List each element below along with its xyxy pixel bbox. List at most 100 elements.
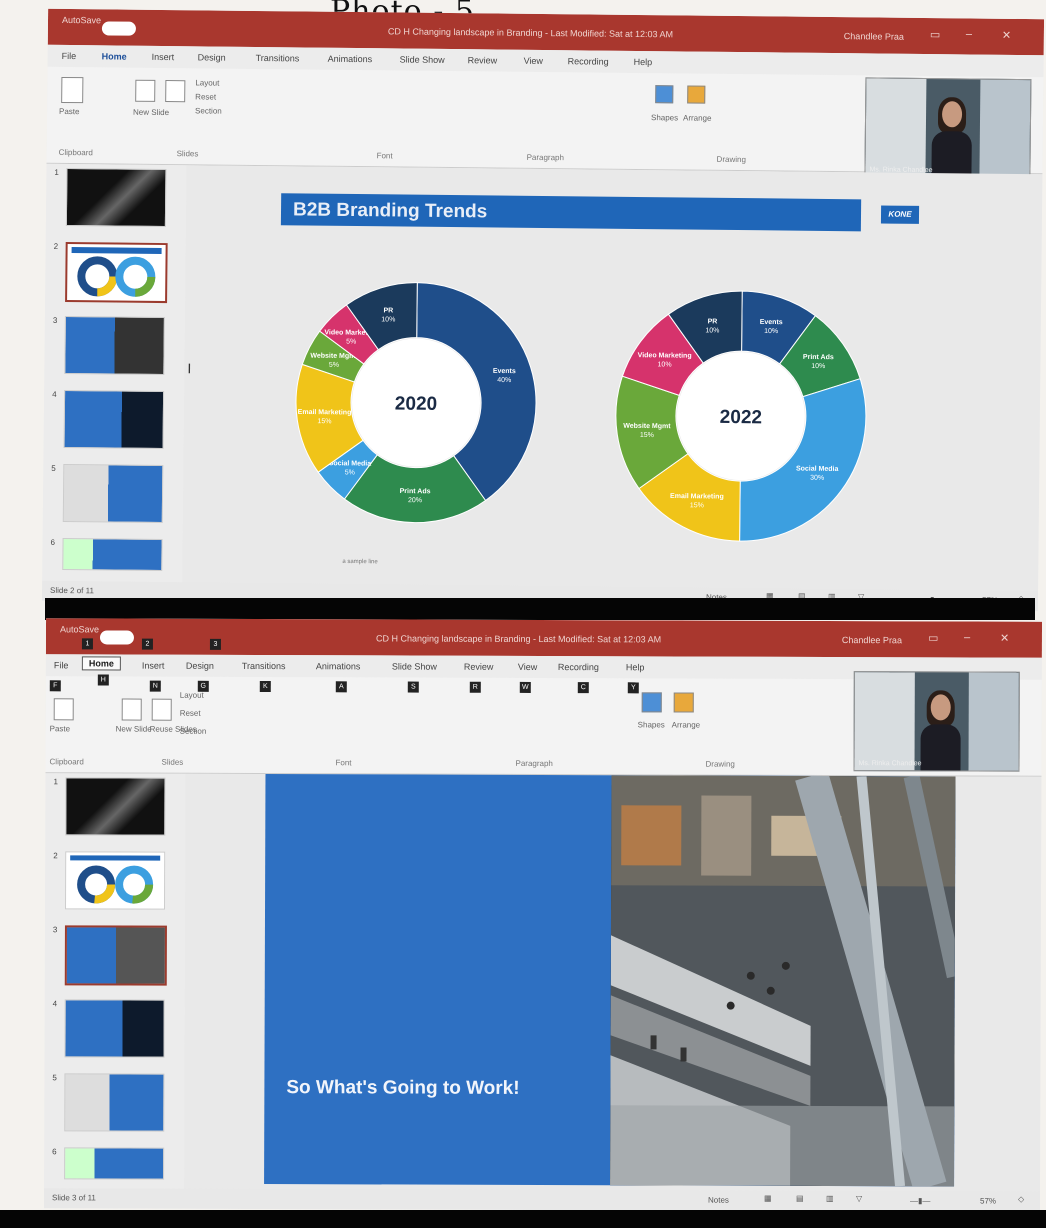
- shapes-label: Shapes: [650, 113, 679, 123]
- webcam-wall: [854, 672, 915, 771]
- thumbnail-slide-4[interactable]: [64, 999, 165, 1058]
- autosave-label: AutoSave: [59, 624, 100, 635]
- tab-home[interactable]: Home: [81, 656, 121, 671]
- thumbnail-slide-3[interactable]: [64, 315, 165, 376]
- group-font: Font: [335, 758, 352, 768]
- section-button[interactable]: Section: [180, 727, 207, 736]
- minimize-icon[interactable]: –: [966, 28, 980, 42]
- group-slides: Slides: [161, 757, 184, 767]
- slice-value: 5%: [346, 339, 356, 346]
- notes-button[interactable]: Notes: [708, 1196, 729, 1205]
- fit-slide-icon[interactable]: ◇: [1018, 1195, 1024, 1204]
- slice-label: Email Marketing: [670, 493, 724, 501]
- thumbnail-slide-2[interactable]: [65, 241, 168, 304]
- slice-label: Events: [760, 319, 783, 326]
- paste-icon[interactable]: [61, 76, 84, 104]
- tab-transitions[interactable]: Transitions: [242, 661, 286, 671]
- thumb-number: 5: [52, 1073, 57, 1083]
- tab-slide-show[interactable]: Slide Show: [392, 661, 437, 671]
- tab-review[interactable]: Review: [468, 55, 498, 65]
- thumbnail-slide-5[interactable]: [64, 1073, 165, 1132]
- shapes-icon[interactable]: [655, 85, 674, 104]
- arrange-icon[interactable]: [687, 85, 706, 104]
- tab-view[interactable]: View: [518, 662, 537, 672]
- thumb-number: 2: [53, 851, 58, 861]
- layout-button[interactable]: Layout: [180, 691, 204, 700]
- close-icon[interactable]: ✕: [1000, 632, 1014, 646]
- group-drawing: Drawing: [705, 759, 735, 769]
- tab-help[interactable]: Help: [626, 662, 645, 672]
- webcam-shelf: [968, 672, 1019, 771]
- slice-value: 15%: [640, 432, 654, 439]
- autosave-toggle[interactable]: [99, 630, 134, 645]
- arrange-icon[interactable]: [673, 692, 694, 713]
- paste-icon[interactable]: [53, 698, 74, 721]
- keytip: C: [577, 682, 589, 694]
- paste-label: Paste: [59, 106, 80, 117]
- webcam-overlay: Ms. Rinka Chandlee: [864, 77, 1032, 180]
- ribbon-display-icon[interactable]: ▭: [928, 631, 942, 645]
- thumbnail-slide-5[interactable]: [62, 463, 164, 524]
- tab-recording[interactable]: Recording: [558, 662, 599, 672]
- slide-canvas: B2B Branding Trends KONE I Events 40% Prin…: [182, 165, 1043, 595]
- tab-view[interactable]: View: [524, 56, 543, 66]
- autosave-toggle[interactable]: [101, 21, 136, 36]
- slice-value: 15%: [690, 502, 704, 509]
- tab-transitions[interactable]: Transitions: [256, 53, 300, 63]
- tab-file[interactable]: File: [62, 51, 77, 61]
- slice-value: 15%: [317, 418, 331, 425]
- thumbnail-slide-3[interactable]: [64, 925, 167, 986]
- tab-insert[interactable]: Insert: [152, 52, 175, 62]
- webcam-overlay: Ms. Rinka Chandlee: [853, 671, 1020, 772]
- keytip: H: [97, 674, 109, 686]
- thumb-number: 6: [50, 537, 56, 547]
- shapes-icon[interactable]: [641, 692, 662, 713]
- thumb-number: 4: [52, 999, 58, 1009]
- presenter: [920, 690, 961, 772]
- tab-file[interactable]: File: [54, 660, 69, 670]
- ribbon-display-icon[interactable]: ▭: [930, 28, 944, 42]
- slide-count: Slide 2 of 11: [49, 585, 94, 596]
- thumbnail-slide-1[interactable]: [65, 168, 167, 228]
- thumbnail-slide-6[interactable]: [64, 1147, 165, 1180]
- slice-label: Video Marketing: [638, 352, 692, 360]
- reading-view-icon[interactable]: ▥: [826, 1194, 834, 1203]
- reuse-slides-icon[interactable]: [151, 698, 172, 721]
- sorter-view-icon[interactable]: ▤: [796, 1194, 804, 1203]
- slide-title: So What's Going to Work!: [286, 1077, 520, 1099]
- tab-recording[interactable]: Recording: [568, 56, 609, 66]
- escalator-photo: [610, 775, 956, 1187]
- tab-design[interactable]: Design: [186, 661, 214, 671]
- layout-button[interactable]: Layout: [195, 78, 219, 87]
- tab-help[interactable]: Help: [634, 57, 653, 67]
- slideshow-view-icon[interactable]: ▽: [856, 1194, 862, 1203]
- tab-animations[interactable]: Animations: [316, 661, 361, 671]
- user-name[interactable]: Chandlee Praa: [844, 31, 904, 42]
- status-bar: Slide 3 of 11 Notes ▦ ▤ ▥ ▽ —▮— 57% ◇: [43, 1188, 1041, 1212]
- thumbnail-donuts: [70, 855, 161, 904]
- section-button[interactable]: Section: [195, 106, 222, 115]
- close-icon[interactable]: ✕: [1002, 29, 1016, 43]
- group-slides: Slides: [176, 149, 199, 159]
- zoom-slider[interactable]: —▮—: [910, 1196, 930, 1205]
- thumbnail-slide-6[interactable]: [62, 537, 163, 572]
- zoom-level[interactable]: 57%: [980, 1197, 996, 1206]
- reuse-slides-icon[interactable]: [165, 80, 186, 103]
- reset-button[interactable]: Reset: [180, 709, 201, 718]
- tab-animations[interactable]: Animations: [328, 54, 373, 64]
- thumbnail-slide-4[interactable]: [63, 389, 165, 450]
- slide-thumbnails: 1 2 3 4 5 6: [42, 163, 187, 586]
- thumbnail-slide-2[interactable]: [65, 851, 166, 910]
- reset-button[interactable]: Reset: [195, 92, 216, 101]
- tab-slide-show[interactable]: Slide Show: [400, 54, 445, 64]
- user-name[interactable]: Chandlee Praa: [842, 635, 902, 645]
- thumbnail-slide-1[interactable]: [65, 777, 166, 836]
- new-slide-icon[interactable]: [121, 698, 142, 721]
- tab-insert[interactable]: Insert: [142, 661, 165, 671]
- normal-view-icon[interactable]: ▦: [764, 1194, 772, 1203]
- tab-design[interactable]: Design: [198, 52, 226, 62]
- tab-review[interactable]: Review: [464, 662, 494, 672]
- new-slide-icon[interactable]: [135, 79, 156, 102]
- tab-home[interactable]: Home: [102, 51, 127, 61]
- minimize-icon[interactable]: –: [964, 631, 978, 645]
